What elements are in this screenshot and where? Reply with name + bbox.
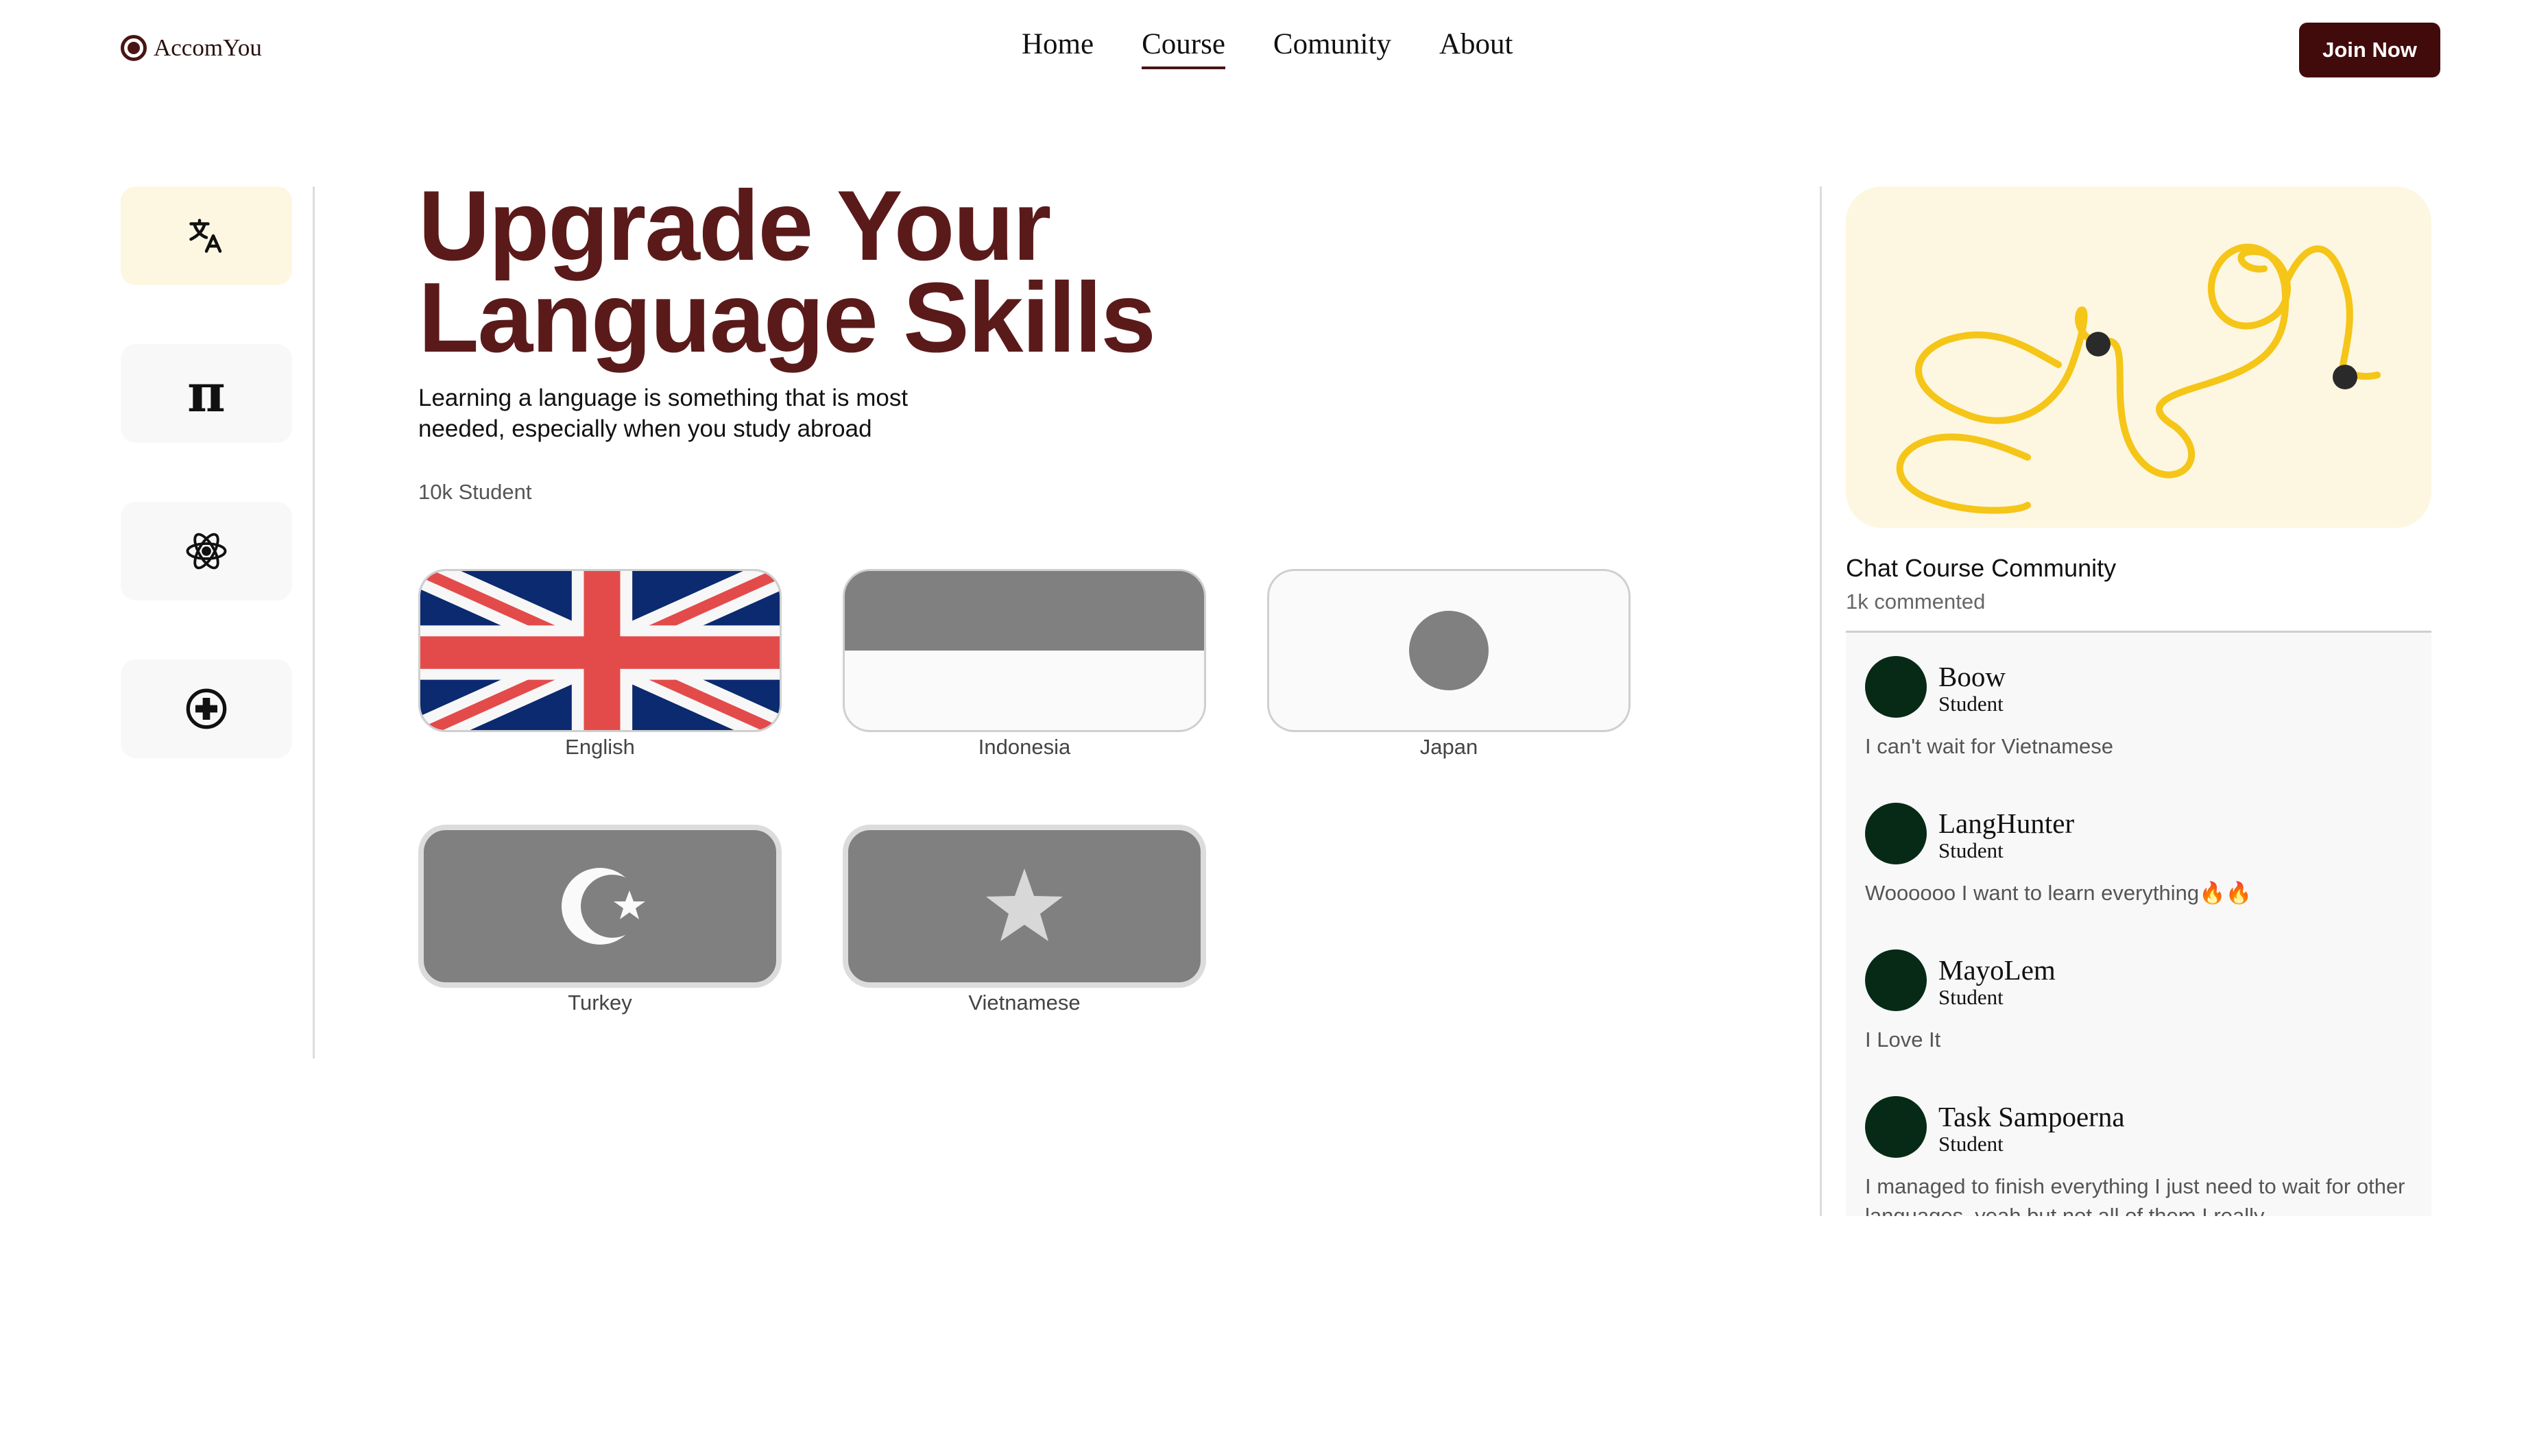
indonesia-flag-icon xyxy=(843,569,1206,732)
language-label-english: English xyxy=(565,735,635,759)
language-card-vietnamese[interactable]: Vietnamese xyxy=(843,825,1206,1015)
logo-icon xyxy=(121,35,147,61)
translate-icon xyxy=(189,219,222,253)
language-card-japan[interactable]: Japan xyxy=(1267,569,1631,760)
join-now-button[interactable]: Join Now xyxy=(2299,23,2440,77)
logo-text: AccomYou xyxy=(154,34,262,61)
avatar xyxy=(1865,1096,1927,1158)
nav-about[interactable]: About xyxy=(1439,27,1513,69)
avatar xyxy=(1865,803,1927,864)
comment-role: Student xyxy=(1938,692,2004,716)
comment-author: Boow xyxy=(1938,661,2006,692)
language-label-turkey: Turkey xyxy=(568,991,632,1015)
comment-role: Student xyxy=(1938,838,2004,862)
language-label-vietnamese: Vietnamese xyxy=(968,991,1081,1015)
medical-cross-icon xyxy=(186,688,227,729)
sidebar-item-math[interactable]: π xyxy=(121,344,292,443)
chat-panel[interactable]: Boow Student I can't wait for Vietnamese… xyxy=(1846,631,2431,1216)
atom-icon xyxy=(186,533,227,570)
nav-course[interactable]: Course xyxy=(1142,27,1225,69)
comment-text: I Love It xyxy=(1865,1028,1941,1052)
comment-author: LangHunter xyxy=(1938,808,2075,839)
squiggle-path xyxy=(1896,243,2381,514)
language-label-japan: Japan xyxy=(1419,735,1478,759)
comment-author: MayoLem xyxy=(1938,954,2056,986)
nav-comunity[interactable]: Comunity xyxy=(1273,27,1391,69)
japan-flag-icon xyxy=(1267,569,1631,732)
category-sidebar: π xyxy=(121,186,292,817)
nav-home[interactable]: Home xyxy=(1022,27,1094,69)
avatar xyxy=(1865,949,1927,1011)
page-title: Upgrade Your Language Skills xyxy=(418,176,1241,367)
student-count: 10k Student xyxy=(418,480,532,504)
language-card-indonesia[interactable]: Indonesia xyxy=(843,569,1206,760)
subtitle-line-2: needed, especially when you study abroad xyxy=(418,415,872,442)
main-nav: Home Course Comunity About xyxy=(1022,27,1513,69)
sidebar-item-science[interactable] xyxy=(121,502,292,600)
comment-role: Student xyxy=(1938,985,2004,1009)
language-label-indonesia: Indonesia xyxy=(978,735,1071,759)
subtitle-line-1: Learning a language is something that is… xyxy=(418,385,909,411)
sidebar-item-health[interactable] xyxy=(121,659,292,758)
right-divider xyxy=(1820,186,1822,1216)
comment-text: I managed to finish everything I just ne… xyxy=(1865,1174,2405,1216)
logo[interactable]: AccomYou xyxy=(121,34,262,62)
comment-text: I can't wait for Vietnamese xyxy=(1865,734,2114,758)
community-illustration xyxy=(1846,186,2431,528)
language-card-turkey[interactable]: Turkey xyxy=(418,825,782,1015)
uk-flag-icon xyxy=(418,569,782,732)
pi-icon: π xyxy=(187,363,226,424)
vietnam-flag-icon xyxy=(843,825,1206,988)
language-card-english[interactable]: English xyxy=(418,569,782,760)
turkey-flag-icon xyxy=(418,825,782,988)
comment-author: Task Sampoerna xyxy=(1938,1101,2125,1132)
comment-count: 1k commented xyxy=(1846,590,1986,614)
comment-text: Woooooo I want to learn everything🔥🔥 xyxy=(1865,881,2252,905)
hero-subtitle: Learning a language is something that is… xyxy=(418,383,1035,444)
sidebar-divider xyxy=(313,186,315,1058)
comment-role: Student xyxy=(1938,1132,2004,1156)
avatar xyxy=(1865,656,1927,718)
community-title: Chat Course Community xyxy=(1846,554,2117,582)
title-line-2: Language Skills xyxy=(418,262,1156,373)
sidebar-item-language[interactable] xyxy=(121,186,292,285)
